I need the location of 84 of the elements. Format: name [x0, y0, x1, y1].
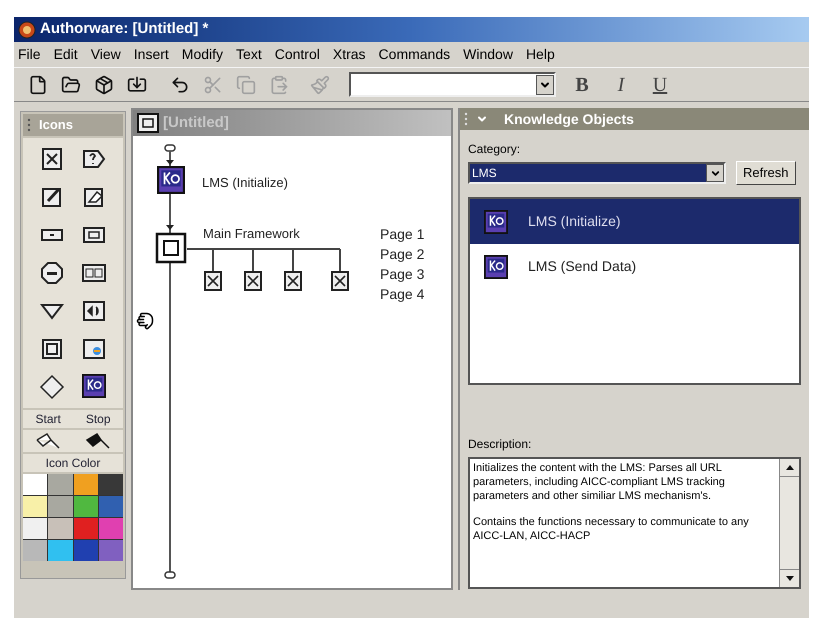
list-item[interactable]: LMS (Initialize) [470, 199, 799, 244]
knowledge-object-icon [484, 254, 508, 278]
description-text: Initializes the content with the LMS: Parses all URL parameters, including AICC-compliant LMS tracking parameters and other similiar LMS mechanism's. [473, 461, 726, 503]
dropdown-button[interactable] [706, 164, 724, 182]
framework-icon [155, 232, 187, 264]
display-icon[interactable] [39, 146, 65, 172]
package-icon[interactable] [94, 74, 114, 94]
grip-icon [464, 112, 468, 126]
page-label: Page 2 [380, 245, 424, 264]
list-item-label: LMS (Send Data) [528, 257, 636, 276]
page-label: Page 1 [380, 225, 424, 244]
start-label: Start [35, 411, 61, 428]
color-swatch[interactable] [23, 496, 48, 517]
menu-item[interactable]: Edit [54, 44, 78, 65]
color-swatch[interactable] [23, 540, 48, 561]
color-swatch[interactable] [74, 474, 98, 495]
color-swatch[interactable] [23, 474, 48, 495]
display-icon [204, 271, 222, 291]
dropdown-value: LMS [471, 165, 497, 182]
display-icon [244, 271, 262, 291]
page-label: Page 4 [380, 285, 424, 304]
color-swatch[interactable] [98, 474, 123, 495]
window-title: Authorware: [Untitled] * [40, 19, 208, 40]
stop-flag-icon[interactable] [85, 432, 111, 450]
menu-item[interactable]: Commands [378, 44, 450, 65]
color-swatch[interactable] [98, 518, 123, 539]
list-item-label: LMS (Initialize) [528, 212, 621, 231]
import-icon[interactable] [127, 74, 147, 94]
undo-icon[interactable] [170, 74, 190, 94]
menu-item[interactable]: File [18, 44, 41, 65]
display-icon [331, 271, 349, 291]
color-swatch[interactable] [74, 540, 98, 561]
refresh-button[interactable]: Refresh [736, 161, 796, 185]
category-label: Category: [468, 141, 522, 158]
hand-pointer-icon [136, 312, 154, 330]
page-label: Page 3 [380, 265, 424, 284]
icon-label: LMS (Initialize) [202, 174, 288, 192]
knowledge-object-icon [484, 210, 508, 234]
start-flag-icon[interactable] [35, 432, 61, 450]
color-swatch[interactable] [98, 496, 123, 517]
menu-item[interactable]: Window [463, 44, 513, 65]
flowline-title: [Untitled] [163, 112, 229, 133]
icon-label: Main Framework [203, 225, 300, 243]
scrollbar[interactable] [779, 459, 799, 587]
color-swatch[interactable] [74, 518, 98, 539]
icon-color-label: Icon Color [23, 454, 123, 472]
color-swatch[interactable] [74, 496, 98, 517]
font-dropdown[interactable] [349, 72, 556, 97]
menu-item[interactable]: Insert [134, 44, 169, 65]
open-folder-icon[interactable] [61, 74, 81, 94]
menu-item[interactable]: Help [526, 44, 555, 65]
panel-title: Knowledge Objects [504, 110, 634, 129]
stop-label: Stop [86, 411, 110, 428]
scroll-down-icon[interactable] [786, 576, 794, 581]
color-swatch[interactable] [23, 518, 48, 539]
color-swatch[interactable] [48, 474, 72, 495]
color-swatch[interactable] [48, 540, 72, 561]
media-icon[interactable] [81, 336, 107, 362]
text-style-button[interactable]: U [647, 70, 673, 100]
app-logo-icon [18, 20, 36, 38]
knowledge-object-icon [157, 166, 185, 194]
display-icon [284, 271, 302, 291]
new-file-icon[interactable] [28, 74, 48, 94]
text-style-button[interactable]: I [608, 70, 634, 100]
color-swatch[interactable] [98, 540, 123, 561]
palette-title: Icons [39, 116, 73, 134]
scroll-up-icon[interactable] [786, 465, 794, 470]
menu-item[interactable]: Text [236, 44, 262, 65]
grip-icon [27, 118, 31, 132]
color-swatch[interactable] [48, 496, 72, 517]
menu-item[interactable]: Modify [182, 44, 224, 65]
category-dropdown[interactable]: LMS [468, 162, 726, 184]
menu-item[interactable]: Control [274, 44, 320, 65]
description-label: Description: [468, 436, 532, 453]
framework-icon[interactable] [39, 336, 65, 362]
dropdown-button[interactable] [536, 74, 554, 94]
menu-item[interactable]: Xtras [332, 44, 366, 65]
color-swatch[interactable] [48, 518, 72, 539]
description-text: Contains the functions necessary to communicate to any AICC-LAN, AICC-HACP [473, 515, 750, 543]
knowledge-object-icon [82, 374, 106, 398]
text-style-button[interactable]: B [569, 70, 595, 100]
menu-item[interactable]: View [90, 44, 121, 65]
sound-icon[interactable] [81, 298, 107, 324]
wait-icon[interactable] [39, 260, 65, 286]
